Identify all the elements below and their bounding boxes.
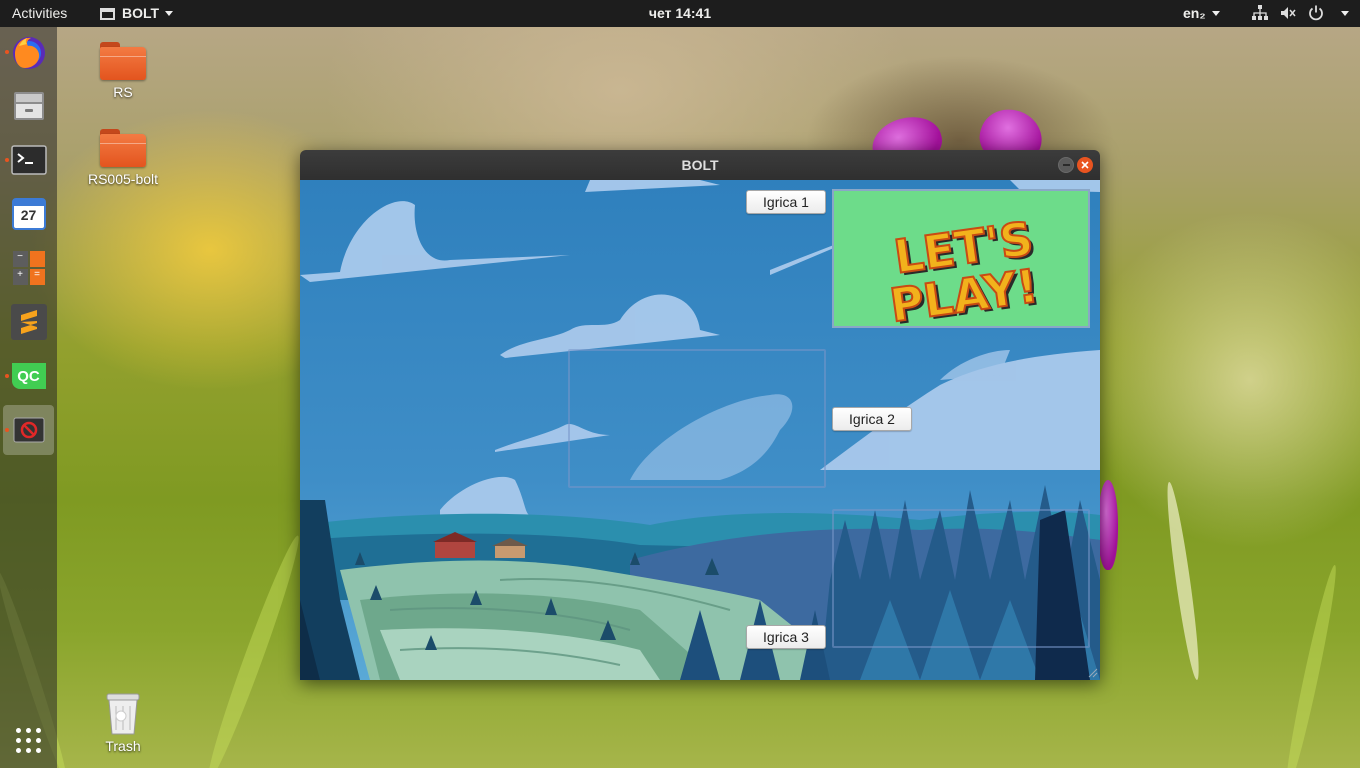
dock-calendar[interactable]: 27 bbox=[3, 189, 54, 239]
dock-calculator[interactable]: − + = bbox=[3, 243, 54, 293]
power-icon bbox=[1307, 4, 1325, 22]
trash-icon bbox=[106, 693, 140, 735]
folder-icon bbox=[100, 42, 146, 80]
clock[interactable]: чет 14:41 bbox=[649, 5, 711, 21]
close-icon bbox=[1081, 161, 1089, 169]
language-selector[interactable]: en₂ bbox=[1183, 5, 1220, 21]
chevron-down-icon bbox=[165, 10, 174, 16]
chevron-down-icon bbox=[1211, 10, 1220, 16]
qt-label: QC bbox=[17, 367, 40, 385]
terminal-icon bbox=[10, 145, 47, 175]
running-indicator bbox=[5, 428, 9, 432]
grass-blade bbox=[200, 532, 307, 768]
files-icon bbox=[13, 92, 44, 120]
resize-grip-icon[interactable] bbox=[1088, 668, 1098, 678]
desktop-folder-rs[interactable]: RS bbox=[78, 42, 168, 100]
firefox-icon bbox=[12, 37, 45, 69]
game-preview-frame-2 bbox=[568, 349, 826, 488]
window-icon bbox=[100, 7, 115, 20]
activities-button[interactable]: Activities bbox=[12, 5, 67, 21]
volume-muted-icon bbox=[1279, 4, 1297, 22]
close-button[interactable] bbox=[1077, 157, 1093, 173]
grass-blade bbox=[1162, 480, 1204, 681]
desktop-trash[interactable]: Trash bbox=[78, 692, 168, 754]
sublime-text-icon bbox=[10, 304, 47, 340]
network-icon bbox=[1251, 4, 1269, 22]
bolt-app-icon bbox=[13, 417, 44, 443]
app-menu[interactable]: BOLT bbox=[100, 5, 174, 21]
dock-firefox[interactable] bbox=[3, 27, 54, 77]
bolt-window: BOLT LET'S LET'S PLAY! PLAY! Igrica 1 Ig… bbox=[300, 150, 1100, 680]
dock: 27 − + = QC bbox=[0, 27, 57, 768]
calendar-icon: 27 bbox=[11, 198, 46, 230]
running-indicator bbox=[5, 158, 9, 162]
desktop-folder-rs005-bolt[interactable]: RS005-bolt bbox=[78, 129, 168, 187]
desktop-icon-label: Trash bbox=[105, 738, 141, 754]
folder-icon bbox=[100, 129, 146, 167]
running-indicator bbox=[5, 374, 9, 378]
language-label: en₂ bbox=[1183, 5, 1206, 21]
window-titlebar[interactable]: BOLT bbox=[300, 150, 1100, 180]
igrica-1-button[interactable]: Igrica 1 bbox=[746, 190, 826, 214]
wallpaper-flower bbox=[1098, 480, 1118, 570]
dock-files[interactable] bbox=[3, 81, 54, 131]
top-bar: Activities BOLT чет 14:41 en₂ bbox=[0, 0, 1360, 27]
running-indicator bbox=[5, 50, 9, 54]
lets-play-banner: LET'S LET'S PLAY! PLAY! bbox=[832, 189, 1090, 335]
qt-creator-icon: QC bbox=[11, 363, 46, 389]
igrica-2-button[interactable]: Igrica 2 bbox=[832, 407, 912, 431]
minimize-icon bbox=[1062, 164, 1070, 166]
dock-sublime[interactable] bbox=[3, 297, 54, 347]
grass-blade bbox=[1280, 563, 1342, 768]
desktop-icon-label: RS bbox=[113, 84, 133, 100]
game-preview-frame-3 bbox=[832, 509, 1090, 648]
chevron-down-icon bbox=[1341, 10, 1349, 16]
calendar-day: 27 bbox=[20, 207, 37, 223]
lets-play-logo: LET'S LET'S PLAY! PLAY! bbox=[886, 210, 1045, 335]
show-applications-button[interactable] bbox=[16, 728, 41, 753]
dock-qtcreator[interactable]: QC bbox=[3, 351, 54, 401]
window-title: BOLT bbox=[681, 157, 719, 173]
minimize-button[interactable] bbox=[1058, 157, 1074, 173]
window-content: LET'S LET'S PLAY! PLAY! Igrica 1 Igrica … bbox=[300, 180, 1100, 680]
dock-bolt-app[interactable] bbox=[3, 405, 54, 455]
system-menu[interactable] bbox=[1251, 4, 1349, 22]
app-menu-label: BOLT bbox=[122, 5, 160, 21]
calculator-icon: − + = bbox=[12, 251, 45, 285]
igrica-3-button[interactable]: Igrica 3 bbox=[746, 625, 826, 649]
desktop-icon-label: RS005-bolt bbox=[87, 171, 159, 187]
dock-terminal[interactable] bbox=[3, 135, 54, 185]
